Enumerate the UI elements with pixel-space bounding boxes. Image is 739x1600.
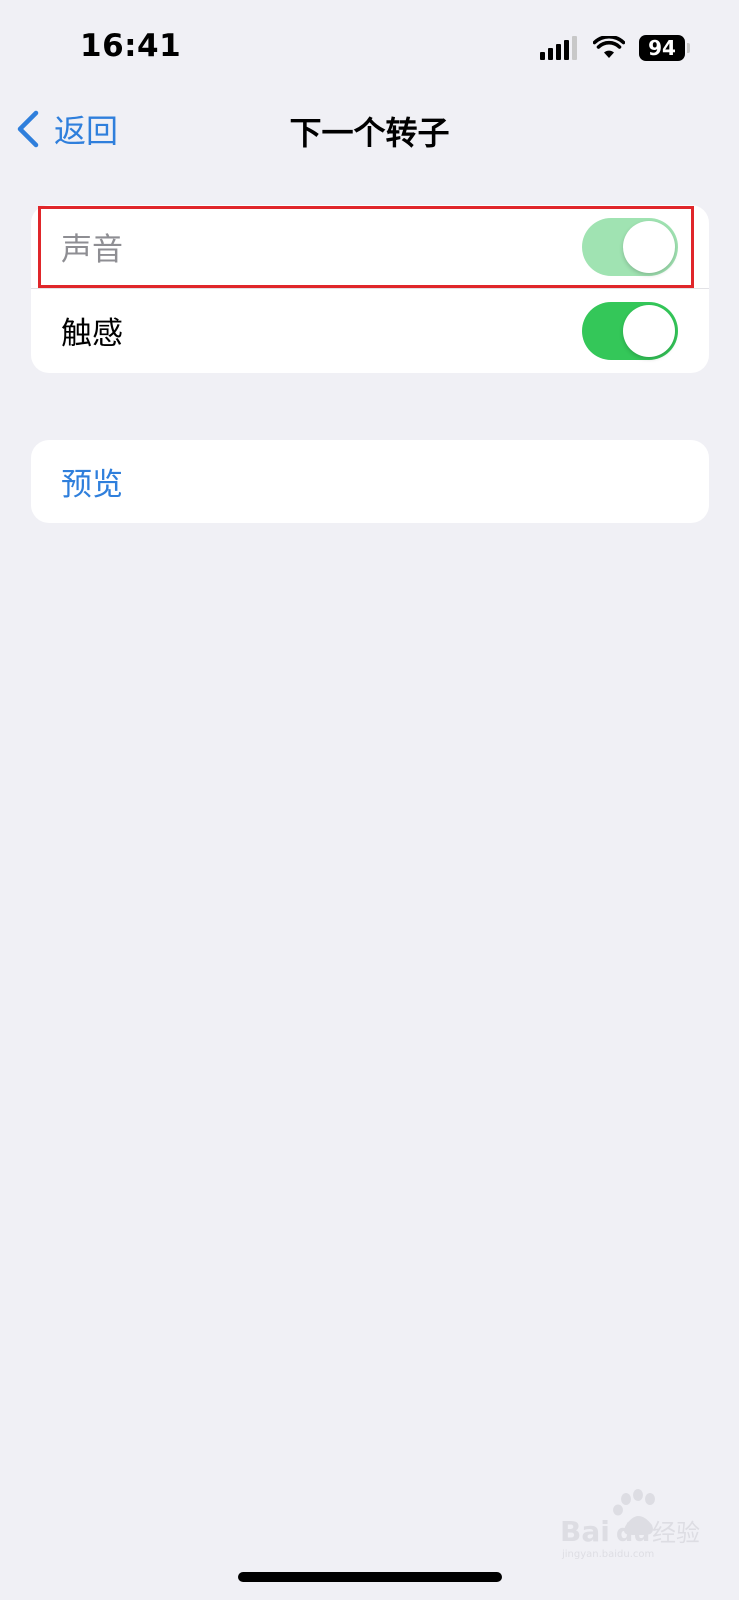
baidu-watermark: Bai du 经验 jingyan.baidu.com	[560, 1489, 700, 1560]
signal-icon	[540, 36, 577, 60]
status-time: 16:41	[80, 28, 182, 64]
wifi-icon	[593, 36, 625, 58]
haptics-row: 触感	[31, 288, 709, 372]
svg-text:jingyan.baidu.com: jingyan.baidu.com	[561, 1549, 654, 1560]
haptics-toggle[interactable]	[582, 301, 678, 360]
battery-level: 94	[639, 35, 685, 61]
status-bar: 16:41 94	[0, 0, 739, 100]
sound-toggle[interactable]	[582, 217, 678, 276]
svg-text:Bai: Bai	[560, 1515, 610, 1548]
preview-link[interactable]: 预览	[61, 459, 123, 504]
home-indicator[interactable]	[238, 1572, 502, 1582]
page-title: 下一个转子	[289, 114, 450, 152]
settings-group-preview: 预览	[31, 440, 709, 523]
settings-group-feedback: 声音 触感	[31, 205, 709, 373]
svg-text:经验: 经验	[652, 1519, 700, 1547]
toggle-knob	[623, 304, 675, 357]
navigation-bar: 返回 下一个转子	[0, 100, 739, 160]
preview-row[interactable]: 预览	[31, 440, 709, 523]
sound-label: 声音	[61, 232, 123, 268]
toggle-knob	[623, 220, 675, 273]
svg-text:du: du	[616, 1519, 650, 1547]
battery-icon: 94	[639, 35, 690, 61]
haptics-label: 触感	[61, 316, 123, 352]
status-icons: 94	[540, 34, 690, 62]
sound-row: 声音	[31, 205, 709, 288]
